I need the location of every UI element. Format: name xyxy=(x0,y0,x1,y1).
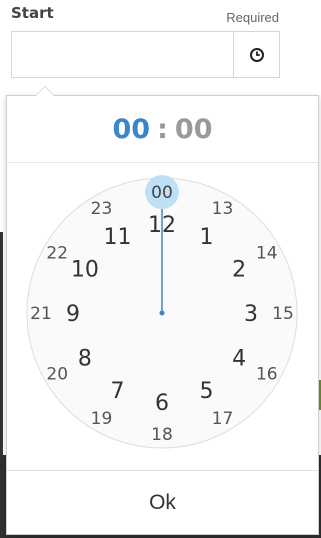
clock-hour-21[interactable]: 21 xyxy=(30,304,52,324)
clock-hour-1[interactable]: 1 xyxy=(200,225,214,250)
clock-dial[interactable]: 12 1234567891011001314151617181920212223 xyxy=(7,162,318,469)
clock-hour-4[interactable]: 4 xyxy=(232,347,246,372)
clock-hour-22[interactable]: 22 xyxy=(46,244,68,264)
minutes-display[interactable]: 00 xyxy=(175,114,213,145)
clock-hour-15[interactable]: 15 xyxy=(272,304,294,324)
clock-hour-23[interactable]: 23 xyxy=(91,199,113,219)
page: Start Required 00 : 00 12 1 2 3 4 5 6 7 8 9 10 11 00… xyxy=(0,0,321,538)
clock-hour-9[interactable]: 9 xyxy=(66,302,80,327)
clock-hour-5[interactable]: 5 xyxy=(200,379,214,404)
clock-hour-8[interactable]: 8 xyxy=(78,347,92,372)
field-label: Start xyxy=(11,4,54,22)
time-picker-button[interactable] xyxy=(233,31,280,78)
time-picker-popover: 00 : 00 12 1 2 3 4 5 6 7 8 9 10 11 00 13 14 15 16 17 18 19 2… xyxy=(6,86,319,535)
required-indicator: Required xyxy=(226,10,279,25)
clock-hour-10[interactable]: 10 xyxy=(71,258,99,283)
clock-hour-6[interactable]: 6 xyxy=(155,391,169,416)
clock-icon xyxy=(249,47,264,62)
hours-display[interactable]: 00 xyxy=(113,114,151,145)
time-separator: : xyxy=(157,113,168,145)
start-time-input[interactable] xyxy=(11,31,233,78)
clock-hour-16[interactable]: 16 xyxy=(256,365,278,385)
clock-hour-00[interactable]: 00 xyxy=(151,183,173,203)
ok-button[interactable]: Ok xyxy=(7,470,318,534)
clock-hour-18[interactable]: 18 xyxy=(151,425,173,445)
clock-hour-17[interactable]: 17 xyxy=(212,409,234,429)
popover-arrow xyxy=(35,86,55,96)
clock-hour-20[interactable]: 20 xyxy=(46,365,68,385)
clock-hour-19[interactable]: 19 xyxy=(91,409,113,429)
clock-hour-7[interactable]: 7 xyxy=(111,379,125,404)
clock-hour-2[interactable]: 2 xyxy=(232,258,246,283)
clock-center-dot xyxy=(159,310,165,316)
ok-button-label: Ok xyxy=(149,490,176,514)
clock-hour-13[interactable]: 13 xyxy=(212,199,234,219)
clock-hour-3[interactable]: 3 xyxy=(244,302,258,327)
clock-hour-11[interactable]: 11 xyxy=(104,225,132,250)
selected-time-display: 00 : 00 xyxy=(7,96,318,163)
clock-hour-12[interactable]: 12 xyxy=(148,213,176,238)
clock-dial-wrap: 12 1 2 3 4 5 6 7 8 9 10 11 00 13 14 15 16 17 18 19 20 21 22 23 xyxy=(7,162,318,469)
clock-hour-14[interactable]: 14 xyxy=(256,244,278,264)
